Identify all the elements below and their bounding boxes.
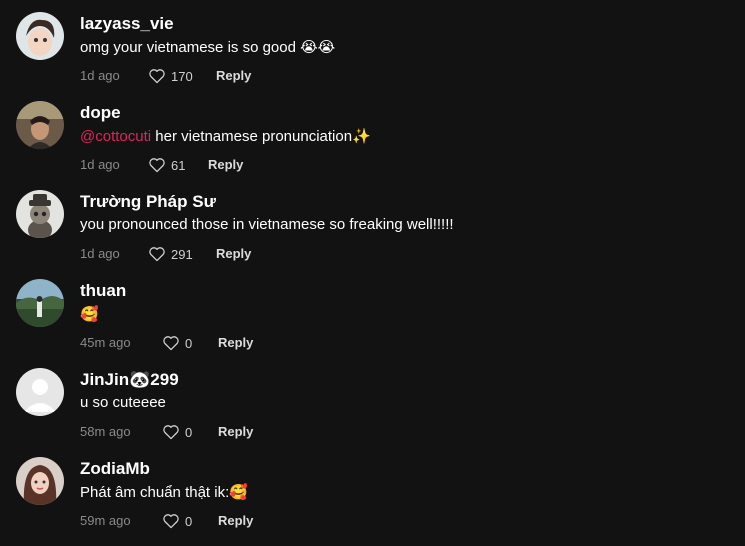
comment-text-body: you pronounced those in vietnamese so fr… [80,216,454,233]
heart-icon [162,335,180,351]
comment-text: Phát âm chuẩn thật ik:🥰 [80,483,248,501]
comment-text-body: Phát âm chuẩn thật ik:🥰 [80,484,248,501]
comment-item: dope @cottocuti her vietnamese pronuncia… [0,101,745,190]
comment-username[interactable]: JinJin🐼299 [80,370,179,390]
like-count: 0 [185,335,193,351]
comment-time: 1d ago [80,68,120,83]
reply-button[interactable]: Reply [218,513,253,528]
reply-button[interactable]: Reply [218,335,253,350]
comment-time: 45m ago [80,335,131,350]
comment-username[interactable]: ZodiaMb [80,459,150,479]
reply-button[interactable]: Reply [208,157,243,172]
comment-text-body: her vietnamese pronunciation✨ [151,128,371,145]
comment-time: 59m ago [80,513,131,528]
avatar[interactable] [16,190,64,238]
avatar[interactable] [16,101,64,149]
like-count: 61 [171,157,186,173]
reply-button[interactable]: Reply [218,424,253,439]
heart-icon [162,424,180,440]
like-count: 170 [171,68,193,84]
comment-item: JinJin🐼299 u so cuteeee 58m ago 0 Reply [0,368,745,457]
avatar[interactable] [16,368,64,416]
comment-text: 🥰 [80,305,99,323]
comment-username[interactable]: dope [80,103,121,123]
like-button[interactable]: 61 [148,156,185,174]
comment-item: Trường Pháp Sư you pronounced those in v… [0,190,745,279]
like-button[interactable]: 0 [162,512,192,530]
avatar[interactable] [16,12,64,60]
like-count: 0 [185,424,193,440]
comment-time: 58m ago [80,424,131,439]
reply-button[interactable]: Reply [216,246,251,261]
reply-button[interactable]: Reply [216,68,251,83]
comment-username[interactable]: thuan [80,281,126,301]
heart-icon [148,68,166,84]
like-count: 0 [185,513,193,529]
comment-item: thuan 🥰 45m ago 0 Reply [0,279,745,368]
comment-text-body: u so cuteeee [80,394,166,411]
comment-item: lazyass_vie omg your vietnamese is so go… [0,12,745,101]
avatar[interactable] [16,457,64,505]
comment-time: 1d ago [80,157,120,172]
heart-icon [162,513,180,529]
comment-text: @cottocuti her vietnamese pronunciation✨ [80,127,371,145]
comment-text-body: 🥰 [80,305,99,323]
avatar[interactable] [16,279,64,327]
comment-text: you pronounced those in vietnamese so fr… [80,216,454,233]
like-button[interactable]: 0 [162,423,192,441]
like-button[interactable]: 291 [148,245,193,263]
like-button[interactable]: 170 [148,67,193,85]
like-count: 291 [171,246,193,262]
like-button[interactable]: 0 [162,334,192,352]
heart-icon [148,157,166,173]
comment-text: omg your vietnamese is so good 😭😭 [80,38,335,56]
comment-text: u so cuteeee [80,394,166,411]
mention-link[interactable]: @cottocuti [80,128,151,145]
comment-username[interactable]: Trường Pháp Sư [80,192,216,212]
comment-item: ZodiaMb Phát âm chuẩn thật ik:🥰 59m ago … [0,457,745,546]
comment-time: 1d ago [80,246,120,261]
heart-icon [148,246,166,262]
comment-username[interactable]: lazyass_vie [80,14,174,34]
comment-list: lazyass_vie omg your vietnamese is so go… [0,0,745,539]
comment-text-body: omg your vietnamese is so good 😭😭 [80,39,336,56]
